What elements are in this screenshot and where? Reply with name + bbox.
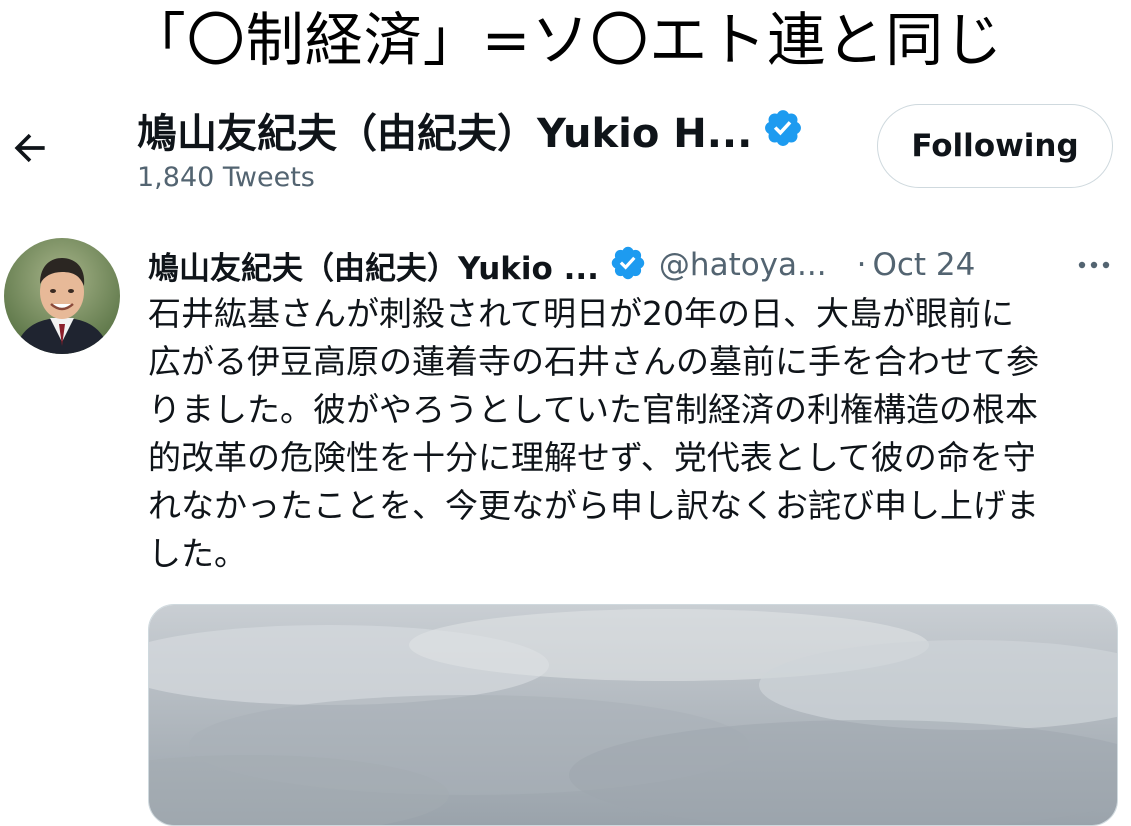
tweet-author-name[interactable]: 鳩山友紀夫（由紀夫）Yukio ... (148, 243, 599, 288)
tweet-header: 鳩山友紀夫（由紀夫）Yukio ... @hatoya... · Oct 24 (148, 240, 1118, 290)
following-button[interactable]: Following (877, 104, 1113, 188)
verified-badge-icon (599, 244, 659, 286)
tweet[interactable]: 鳩山友紀夫（由紀夫）Yukio ... @hatoya... · Oct 24 … (0, 232, 1131, 826)
separator-dot: · (856, 247, 867, 283)
verified-badge-icon (752, 107, 804, 153)
tweet-count: 1,840 Tweets (137, 162, 315, 193)
profile-name-row: 鳩山友紀夫（由紀夫）Yukio H... (137, 104, 804, 157)
avatar[interactable] (4, 238, 120, 354)
back-arrow-icon[interactable] (8, 126, 52, 170)
profile-name: 鳩山友紀夫（由紀夫）Yukio H... (137, 111, 753, 157)
tweet-handle[interactable]: @hatoya... (659, 247, 827, 283)
tweet-date[interactable]: Oct 24 (872, 247, 975, 283)
tweet-media-image[interactable] (148, 604, 1118, 826)
tweet-text: 石井紘基さんが刺殺されて明日が20年の日、大島が眼前に 広がる伊豆高原の蓮着寺の… (148, 294, 1039, 573)
overlay-caption: 「〇制経済」=ソ〇エト連と同じ (127, 6, 1004, 74)
profile-header: 鳩山友紀夫（由紀夫）Yukio H... 1,840 Tweets Follow… (0, 92, 1131, 202)
more-horizontal-icon[interactable] (1074, 250, 1114, 280)
